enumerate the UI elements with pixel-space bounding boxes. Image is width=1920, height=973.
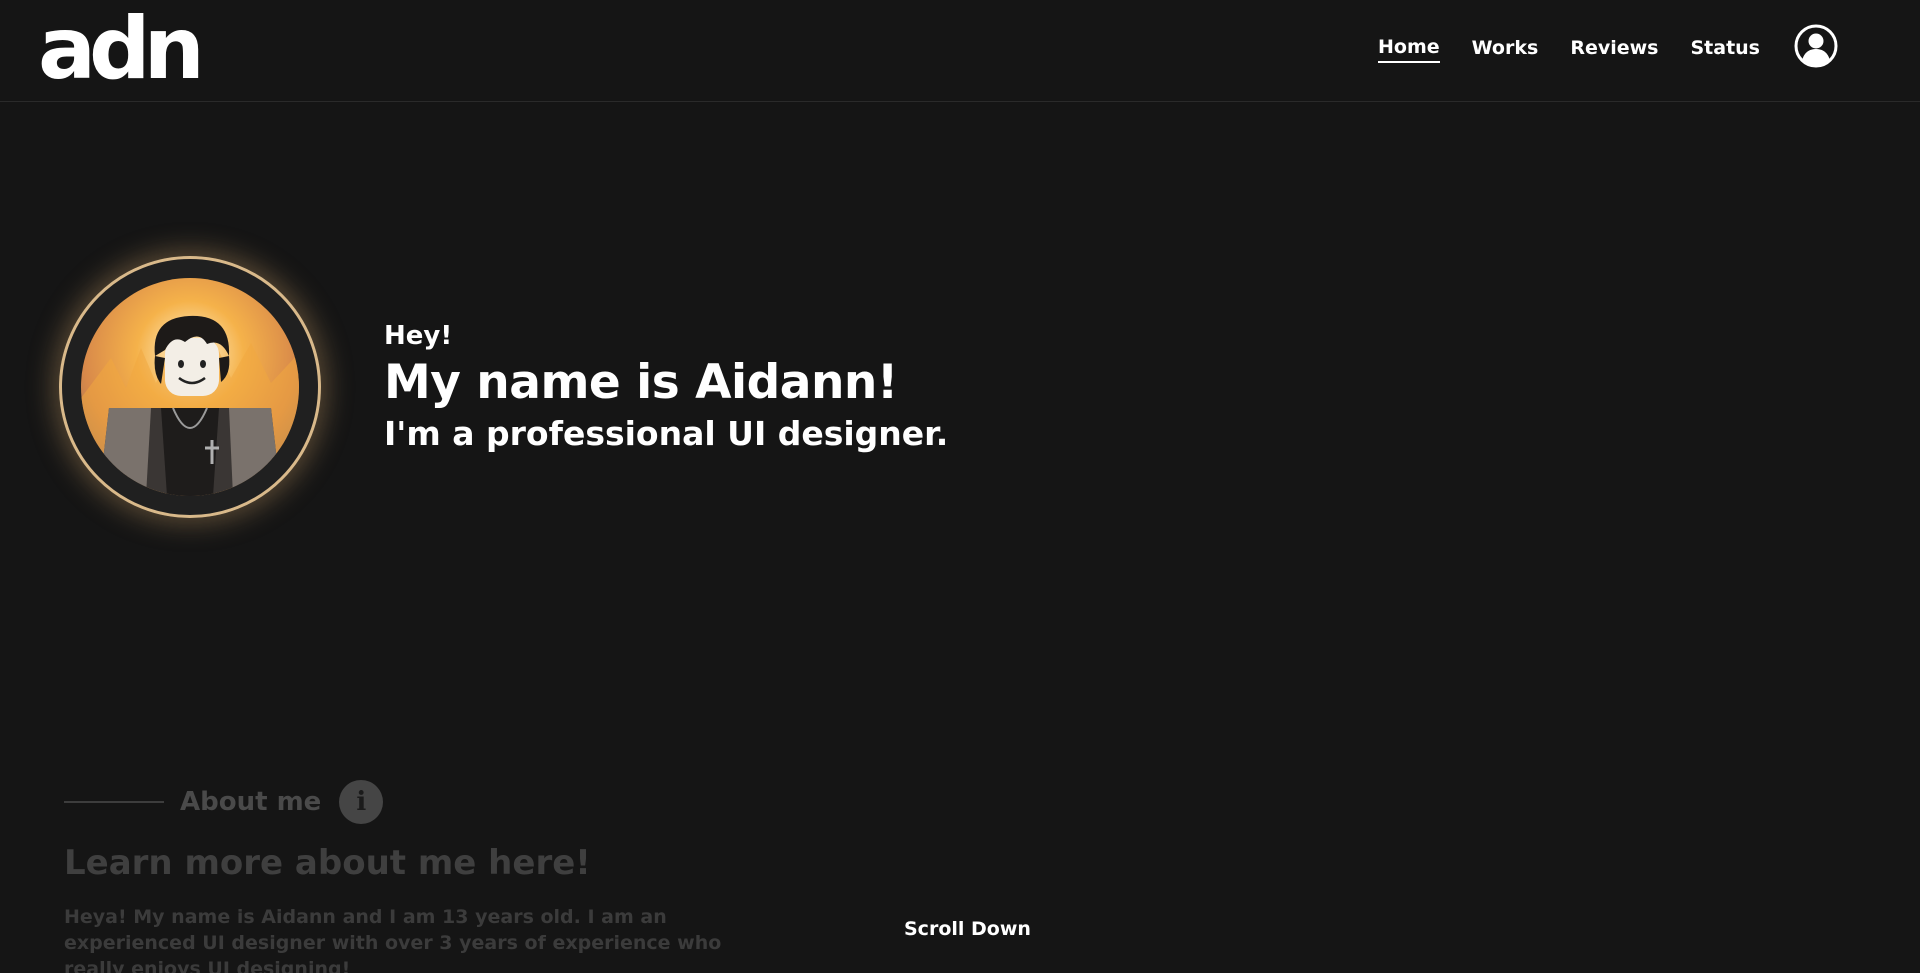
nav-status[interactable]: Status: [1690, 37, 1760, 62]
nav-reviews[interactable]: Reviews: [1570, 37, 1658, 62]
site-header: adn Home Works Reviews Status: [0, 0, 1920, 102]
avatar-image: [81, 278, 299, 496]
about-title: About me: [180, 787, 322, 817]
logo[interactable]: adn: [38, 4, 205, 94]
hero-text: Hey! My name is Aidann! I'm a profession…: [384, 318, 948, 456]
user-circle-icon: [1794, 24, 1838, 68]
hero-name-heading: My name is Aidann!: [384, 355, 898, 410]
info-icon: i: [339, 780, 384, 824]
about-body-text: Heya! My name is Aidann and I am 13 year…: [64, 906, 722, 973]
avatar: [59, 256, 321, 518]
hero-greeting: Hey!: [384, 321, 453, 351]
nav-works[interactable]: Works: [1472, 37, 1539, 62]
about-subtitle: Learn more about me here!: [64, 843, 591, 883]
about-divider: [64, 801, 164, 803]
user-account-button[interactable]: [1794, 24, 1838, 68]
scroll-down-button[interactable]: Scroll Down: [904, 918, 1031, 940]
hero-role-subheading: I'm a professional UI designer.: [384, 414, 949, 453]
main-nav: Home Works Reviews Status: [1378, 36, 1760, 63]
page: adn Home Works Reviews Status Hey! My na…: [0, 0, 1920, 973]
about-header: About me i: [64, 780, 384, 824]
nav-home[interactable]: Home: [1378, 36, 1440, 63]
